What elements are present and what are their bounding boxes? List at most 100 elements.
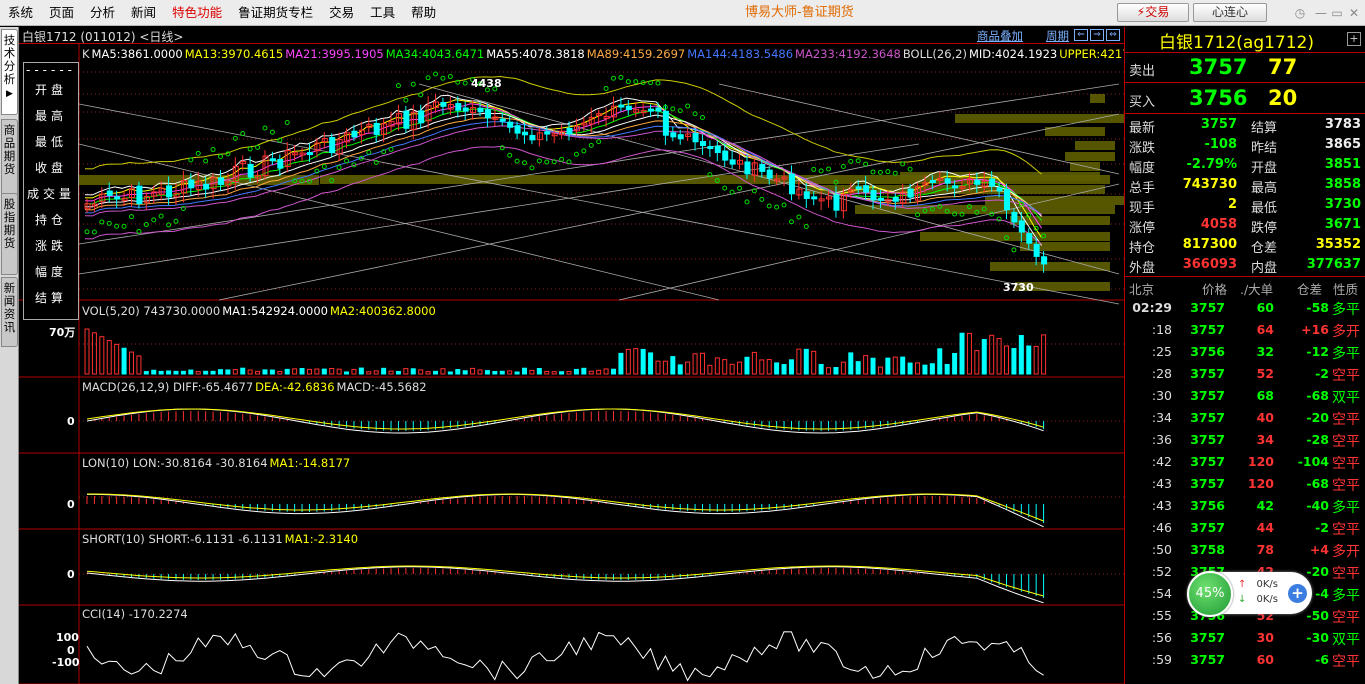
tick-row: :25 3756 32 -12 多平 — [1125, 341, 1365, 363]
stats-menu-item[interactable]: 最高 — [24, 103, 78, 129]
tick-row: :50 3758 78 +4 多开 — [1125, 539, 1365, 561]
tick-time: :46 — [1151, 520, 1172, 535]
menu-item[interactable]: 帮助 — [403, 0, 444, 26]
menu-item[interactable]: 新闻 — [123, 0, 164, 26]
stats-menu-item[interactable]: 最低 — [24, 129, 78, 155]
tab-technical-analysis[interactable]: 技术分析 ▶ — [1, 29, 18, 115]
zero-axis-label: 0 — [67, 568, 75, 581]
tick-volume: 68 — [1256, 388, 1274, 403]
stat-value: 4058 — [1200, 217, 1237, 232]
stat-label: 仓差 — [1251, 241, 1278, 256]
stats-menu-item[interactable]: 持仓 — [24, 207, 78, 233]
tab-label: 股指期货 — [3, 197, 16, 250]
menu-item[interactable]: 页面 — [41, 0, 82, 26]
stat-value: 3730 — [1324, 197, 1361, 212]
tick-type: 多平 — [1332, 500, 1360, 516]
stats-menu-item[interactable]: 结算 — [24, 285, 78, 311]
legend-item: MID:4024.1923 — [968, 47, 1058, 61]
menu-item[interactable]: 交易 — [321, 0, 362, 26]
sell-price: 3757 — [1189, 55, 1248, 79]
trade-button[interactable]: ⚡交易 — [1117, 3, 1189, 22]
stat-row: 最新 3757 结算 3783 — [1125, 115, 1365, 136]
menu-item[interactable]: 分析 — [82, 0, 123, 26]
sell-row: 卖出 3757 77 — [1125, 53, 1365, 83]
stat-row: 现手 2 最低 3730 — [1125, 195, 1365, 216]
tick-oi-change: -30 — [1306, 630, 1329, 645]
sell-volume: 77 — [1268, 55, 1298, 79]
stats-menu-item[interactable]: 开盘 — [24, 77, 78, 103]
tick-price: 3757 — [1190, 432, 1225, 447]
legend-item: MA233:4192.3648 — [795, 47, 901, 61]
nav-collapse-icon[interactable]: ⇔ — [1106, 29, 1120, 41]
tick-header: 北京 价格 ./大单 仓差 性质 — [1125, 276, 1365, 297]
tick-oi-change: -2 — [1315, 366, 1329, 381]
vol-axis-label: 70万 — [49, 326, 75, 339]
tick-header-volume: ./大单 — [1240, 282, 1274, 297]
network-speed-widget[interactable]: 45% ↑ 0K/s ↓ 0K/s + — [1187, 571, 1312, 617]
stat-value: 3783 — [1324, 117, 1361, 132]
lianxin-button[interactable]: 心连心 — [1193, 3, 1267, 22]
tick-time: :28 — [1151, 366, 1172, 381]
tick-oi-change: -20 — [1306, 564, 1329, 579]
tick-type: 多平 — [1332, 346, 1360, 362]
add-icon[interactable]: + — [1347, 32, 1361, 46]
minimize-icon[interactable]: — — [1313, 5, 1329, 21]
stats-menu-item[interactable]: 成交量 — [24, 181, 78, 207]
cci-axis-label: 100 — [56, 631, 79, 644]
tick-oi-change: -40 — [1306, 498, 1329, 513]
stat-label: 内盘 — [1251, 261, 1278, 276]
menu-item[interactable]: 系统 — [0, 0, 41, 26]
zero-axis-label: 0 — [67, 498, 75, 511]
stat-value: 743730 — [1182, 177, 1237, 192]
tick-header-type: 性质 — [1333, 282, 1359, 297]
stat-value: 3865 — [1324, 137, 1361, 152]
tab-news[interactable]: 新闻资讯 — [1, 277, 18, 347]
maximize-icon[interactable]: ▭ — [1329, 5, 1345, 21]
tick-type: 空平 — [1332, 654, 1360, 670]
tab-index-futures[interactable]: 股指期货 — [1, 193, 18, 275]
tick-oi-change: +16 — [1301, 322, 1329, 337]
tick-volume: 78 — [1256, 542, 1274, 557]
tick-type: 多开 — [1332, 324, 1360, 340]
stats-menu-item[interactable]: 涨跌 — [24, 233, 78, 259]
up-arrow-icon: ↑ — [1238, 579, 1247, 590]
cci-legend: CCI(14) -170.2274 — [82, 607, 190, 621]
quote-title-bar: 白银1712(ag1712) + — [1125, 27, 1365, 53]
tick-type: 双平 — [1332, 390, 1360, 406]
chart-header: 白银1712 (011012) <日线> 商品叠加 周期 ⇐ ⇒ ⇔ — [19, 27, 1124, 44]
tick-row: :42 3757 120 -104 空平 — [1125, 451, 1365, 473]
tick-type: 空平 — [1332, 412, 1360, 428]
tab-label: 新闻资讯 — [3, 281, 16, 334]
tick-volume: 52 — [1256, 366, 1274, 381]
menu-item[interactable]: 工具 — [362, 0, 403, 26]
tick-time: :34 — [1151, 410, 1172, 425]
restore-icon[interactable]: ◷ — [1292, 5, 1308, 21]
stats-menu-item[interactable]: 收盘 — [24, 155, 78, 181]
menu-item[interactable]: 特色功能 — [164, 0, 230, 26]
stats-menu-item[interactable]: 幅度 — [24, 259, 78, 285]
vol-legend: VOL(5,20) 743730.0000 MA1:542924.0000 MA2:… — [82, 304, 438, 318]
stat-value: 3671 — [1324, 217, 1361, 232]
tick-time: :42 — [1151, 454, 1172, 469]
upload-speed-value: 0K/s — [1256, 579, 1279, 590]
legend-item: CCI(14) -170.2274 — [82, 607, 188, 621]
menu-items: 系统 页面 分析 新闻 特色功能 鲁证期货专栏 交易 工具 帮助 — [0, 0, 444, 26]
nav-right-icon[interactable]: ⇒ — [1090, 29, 1104, 41]
tick-time: :43 — [1151, 476, 1172, 491]
tick-time: :50 — [1151, 542, 1172, 557]
tick-list[interactable]: 02:29 3757 60 -58 多平:18 3757 64 +16 多开:25 3756 32-… — [1125, 297, 1365, 671]
close-icon[interactable]: ✕ — [1346, 5, 1362, 21]
legend-item: DEA:-42.6836 — [255, 380, 335, 394]
tick-row: 02:29 3757 60 -58 多平 — [1125, 297, 1365, 319]
period-link[interactable]: 周期 — [1046, 28, 1069, 44]
menu-item[interactable]: 鲁证期货专栏 — [230, 0, 321, 26]
quote-stats: 最新 3757 结算 3783 涨跌 -108 昨结 3865 幅度 -2.79% 开盘 3851 总手… — [1125, 115, 1365, 276]
expand-plus-icon[interactable]: + — [1288, 584, 1307, 603]
tick-oi-change: +4 — [1309, 542, 1329, 557]
nav-left-icon[interactable]: ⇐ — [1074, 29, 1088, 41]
overlay-link[interactable]: 商品叠加 — [977, 28, 1023, 44]
legend-item: BOLL(26,2) — [902, 47, 967, 61]
tick-time: :36 — [1151, 432, 1172, 447]
menu-bar: 系统 页面 分析 新闻 特色功能 鲁证期货专栏 交易 工具 帮助 博易大师-鲁证期货 ⚡交易 心… — [0, 0, 1365, 26]
chart-canvas[interactable]: 4438373070万0001000-100 — [19, 44, 1124, 684]
